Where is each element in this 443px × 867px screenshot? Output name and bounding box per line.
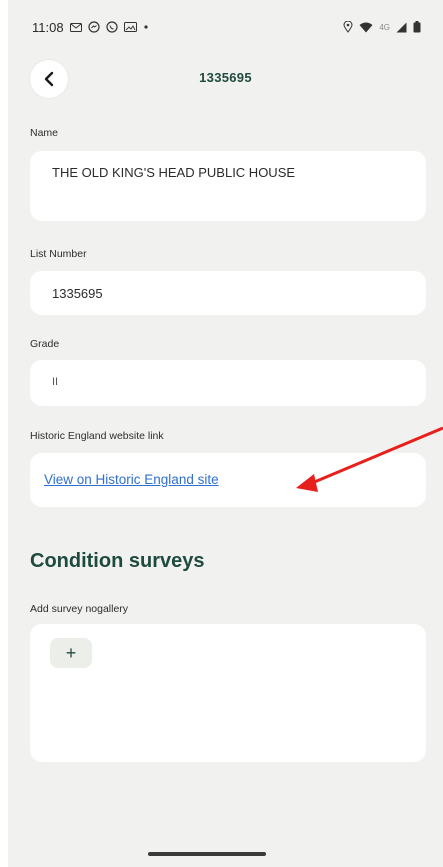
network-label: 4G	[379, 22, 390, 32]
name-field[interactable]: THE OLD KING'S HEAD PUBLIC HOUSE	[30, 151, 426, 221]
top-app-bar: 1335695	[8, 58, 443, 102]
name-label: Name	[30, 127, 59, 139]
home-indicator[interactable]	[148, 852, 266, 856]
whatsapp-icon	[105, 21, 118, 33]
status-time: 11:08	[32, 19, 64, 35]
website-link-label: Historic England website link	[30, 430, 164, 442]
gmail-icon	[69, 22, 82, 32]
location-icon	[343, 21, 353, 33]
signal-icon	[396, 22, 407, 33]
messenger-icon	[87, 21, 100, 33]
grade-field[interactable]: II	[30, 360, 426, 406]
status-right: 4G	[343, 21, 421, 33]
plus-icon: +	[65, 643, 77, 663]
name-value: THE OLD KING'S HEAD PUBLIC HOUSE	[52, 165, 296, 180]
gallery-icon	[123, 22, 137, 32]
list-number-field[interactable]: 1335695	[30, 271, 426, 315]
app-screen: 11:08 4G 1335695 Name THE OLD KING'S HEA…	[8, 0, 443, 867]
page-title: 1335695	[199, 70, 252, 85]
list-number-value: 1335695	[52, 286, 103, 301]
grade-value: II	[52, 376, 59, 388]
list-number-label: List Number	[30, 248, 87, 260]
status-left: 11:08	[32, 20, 149, 35]
condition-surveys-heading: Condition surveys	[30, 550, 205, 572]
survey-gallery-card: +	[30, 624, 426, 762]
dot-icon	[143, 24, 149, 30]
website-link-card: View on Historic England site	[30, 453, 426, 507]
grade-label: Grade	[30, 338, 60, 350]
add-survey-button[interactable]: +	[50, 638, 92, 668]
add-survey-label: Add survey nogallery	[30, 603, 129, 615]
historic-england-link[interactable]: View on Historic England site	[44, 472, 219, 487]
battery-icon	[413, 21, 421, 33]
status-bar: 11:08 4G	[8, 14, 443, 40]
wifi-icon	[359, 22, 373, 33]
